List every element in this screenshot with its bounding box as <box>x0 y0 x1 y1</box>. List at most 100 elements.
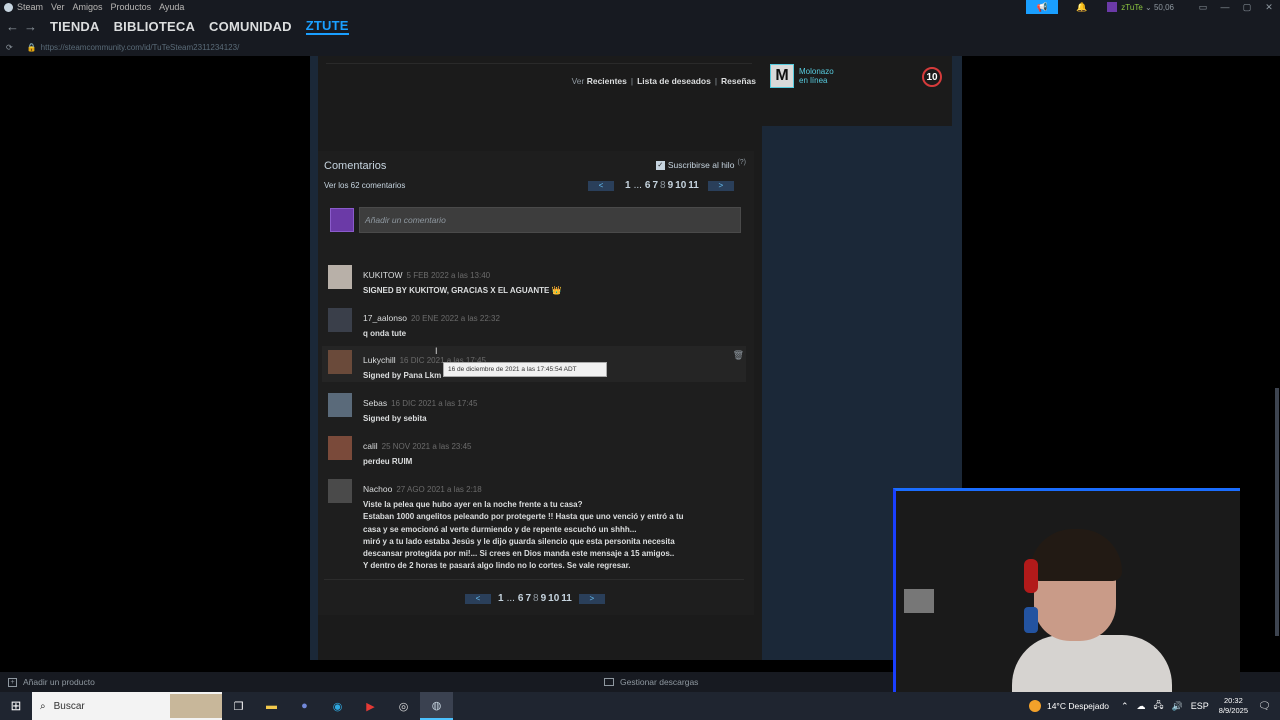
steam-taskbar-icon[interactable]: ◍ <box>420 692 453 720</box>
view-prefix: Ver <box>571 76 585 86</box>
downloads-button[interactable]: Gestionar descargas <box>604 677 698 687</box>
nav-biblioteca[interactable]: BIBLIOTECA <box>114 19 195 34</box>
pager-prev-button[interactable]: < <box>465 593 491 604</box>
comment-text: perdeu RUIM <box>363 457 413 466</box>
reload-icon[interactable]: ⟳ <box>6 43 13 52</box>
notifications-icon[interactable]: 🗨 <box>1258 701 1276 712</box>
pager-prev-button[interactable]: < <box>588 180 614 191</box>
comment-author[interactable]: Lukychill <box>363 355 396 365</box>
add-product-label: Añadir un producto <box>23 677 95 687</box>
taskbar-search-label: Buscar <box>53 700 85 712</box>
pager-page-10[interactable]: 10 <box>548 593 559 604</box>
pager-page-11[interactable]: 11 <box>561 593 572 604</box>
minimize-icon[interactable]: — <box>1214 2 1236 12</box>
comment-text: Signed by sebita <box>363 414 427 423</box>
menu-productos[interactable]: Productos <box>111 2 152 12</box>
pager-next-button[interactable]: > <box>578 593 605 604</box>
url-text[interactable]: https://steamcommunity.com/id/TuTeSteam2… <box>41 43 240 52</box>
pager-page-9[interactable]: 9 <box>541 593 547 604</box>
comment-author[interactable]: 17_aalonso <box>363 313 407 323</box>
subscribe-toggle[interactable]: ✓ Suscribirse al hilo (?) <box>655 159 746 170</box>
forward-arrow-icon[interactable]: → <box>24 19 37 34</box>
comment-avatar[interactable] <box>328 479 352 503</box>
notifications-bell-icon[interactable]: 🔔 <box>1076 2 1087 13</box>
page-scrollbar[interactable] <box>1275 388 1279 636</box>
nav-bar: ← → TIENDA BIBLIOTECA COMUNIDAD ZTUTE <box>0 14 1280 38</box>
pager-next-button[interactable]: > <box>707 180 734 191</box>
pager-page-6[interactable]: 6 <box>645 180 651 191</box>
comment-avatar[interactable] <box>328 265 352 289</box>
comment-author[interactable]: Nachoo <box>363 484 392 494</box>
menu-ver[interactable]: Ver <box>51 2 65 12</box>
pager-page-7[interactable]: 7 <box>652 180 658 191</box>
back-arrow-icon[interactable]: ← <box>6 19 19 34</box>
pager-page-current: 8 <box>660 180 666 191</box>
language-indicator[interactable]: ESP <box>1191 701 1209 711</box>
comment-author[interactable]: calil <box>363 441 378 451</box>
comment-avatar[interactable] <box>328 436 352 460</box>
comment-avatar[interactable] <box>328 350 352 374</box>
comment-author[interactable]: KUKITOW <box>363 270 403 280</box>
nav-tienda[interactable]: TIENDA <box>50 19 100 34</box>
checkbox-checked-icon[interactable]: ✓ <box>655 160 665 170</box>
comment-author[interactable]: Sebas <box>363 398 387 408</box>
volume-icon[interactable]: 🔊 <box>1172 701 1183 712</box>
comment-date: 20 ENE 2022 a las 22:32 <box>410 314 500 323</box>
chevron-up-icon[interactable]: ⌃ <box>1121 701 1129 712</box>
nav-user[interactable]: ZTUTE <box>305 18 349 35</box>
maximize-icon[interactable]: ▢ <box>1236 2 1258 13</box>
announcements-button[interactable]: 📢 <box>1026 0 1059 14</box>
friend-entry[interactable]: M Molonazo en línea 10 <box>770 64 942 88</box>
comment-avatar[interactable] <box>328 308 352 332</box>
pager-page-current: 8 <box>533 593 539 604</box>
weather-widget[interactable]: 14°C Despejado <box>1028 700 1109 712</box>
date-tooltip: 16 de diciembre de 2021 a las 17:45:54 A… <box>443 362 607 377</box>
downloads-label: Gestionar descargas <box>620 677 699 687</box>
downloads-icon <box>604 678 614 686</box>
view-links: Ver Recientes | Lista de deseados | Reseñas <box>571 76 756 86</box>
clock[interactable]: 20:32 8/9/2025 <box>1219 696 1248 716</box>
pager-page-1[interactable]: 1 <box>498 593 504 604</box>
pager-page-9[interactable]: 9 <box>668 180 674 191</box>
obs-icon[interactable]: ◎ <box>387 692 420 720</box>
add-product-button[interactable]: + Añadir un producto <box>8 677 95 687</box>
link-resenas[interactable]: Reseñas <box>721 76 756 86</box>
friend-avatar[interactable]: M <box>770 64 794 88</box>
menu-amigos[interactable]: Amigos <box>73 2 103 12</box>
pager-page-7[interactable]: 7 <box>525 593 531 604</box>
menu-steam[interactable]: Steam <box>17 2 43 12</box>
account-menu[interactable]: zTuTe ⌄ 50,06 <box>1121 3 1174 12</box>
friend-name[interactable]: Molonazo <box>799 67 834 76</box>
comments-count-link[interactable]: Ver los 62 comentarios <box>324 181 405 190</box>
pager-page-6[interactable]: 6 <box>518 593 524 604</box>
close-icon[interactable]: ✕ <box>1258 2 1280 13</box>
media-player-icon[interactable]: ▶ <box>354 692 387 720</box>
nav-comunidad[interactable]: COMUNIDAD <box>209 19 292 34</box>
comment-avatar[interactable] <box>328 393 352 417</box>
link-recientes[interactable]: Recientes <box>587 76 627 86</box>
pager-page-11[interactable]: 11 <box>688 180 699 191</box>
menu-ayuda[interactable]: Ayuda <box>159 2 184 12</box>
discord-icon[interactable]: ● <box>288 692 321 720</box>
pager-page-1[interactable]: 1 <box>625 180 631 191</box>
link-deseados[interactable]: Lista de deseados <box>637 76 711 86</box>
edge-icon[interactable]: ◉ <box>321 692 354 720</box>
new-comment-row: Añadir un comentario <box>330 207 741 233</box>
comment-input[interactable]: Añadir un comentario <box>359 207 741 233</box>
taskbar-search[interactable]: ⌕ Buscar <box>32 692 222 720</box>
account-avatar[interactable] <box>1107 2 1118 12</box>
cloud-icon[interactable]: ☁ <box>1137 701 1146 712</box>
big-picture-icon[interactable]: ▭ <box>1192 2 1214 13</box>
file-explorer-icon[interactable]: ▬ <box>255 692 288 720</box>
pager-page-10[interactable]: 10 <box>675 180 686 191</box>
network-icon[interactable]: 🖧 <box>1154 698 1164 714</box>
help-icon[interactable]: (?) <box>737 159 746 166</box>
showcase-bottom <box>326 56 752 64</box>
comment-text: q onda tute <box>363 329 407 338</box>
lock-icon: 🔒 <box>26 42 37 52</box>
task-view-icon[interactable]: ❐ <box>222 692 255 720</box>
friend-status: en línea <box>799 76 828 85</box>
comment-line: Y dentro de 2 horas te pasará algo lindo… <box>363 561 631 571</box>
windows-start-icon[interactable]: ⊞ <box>0 692 32 720</box>
trash-icon[interactable]: 🗑 <box>733 350 744 361</box>
